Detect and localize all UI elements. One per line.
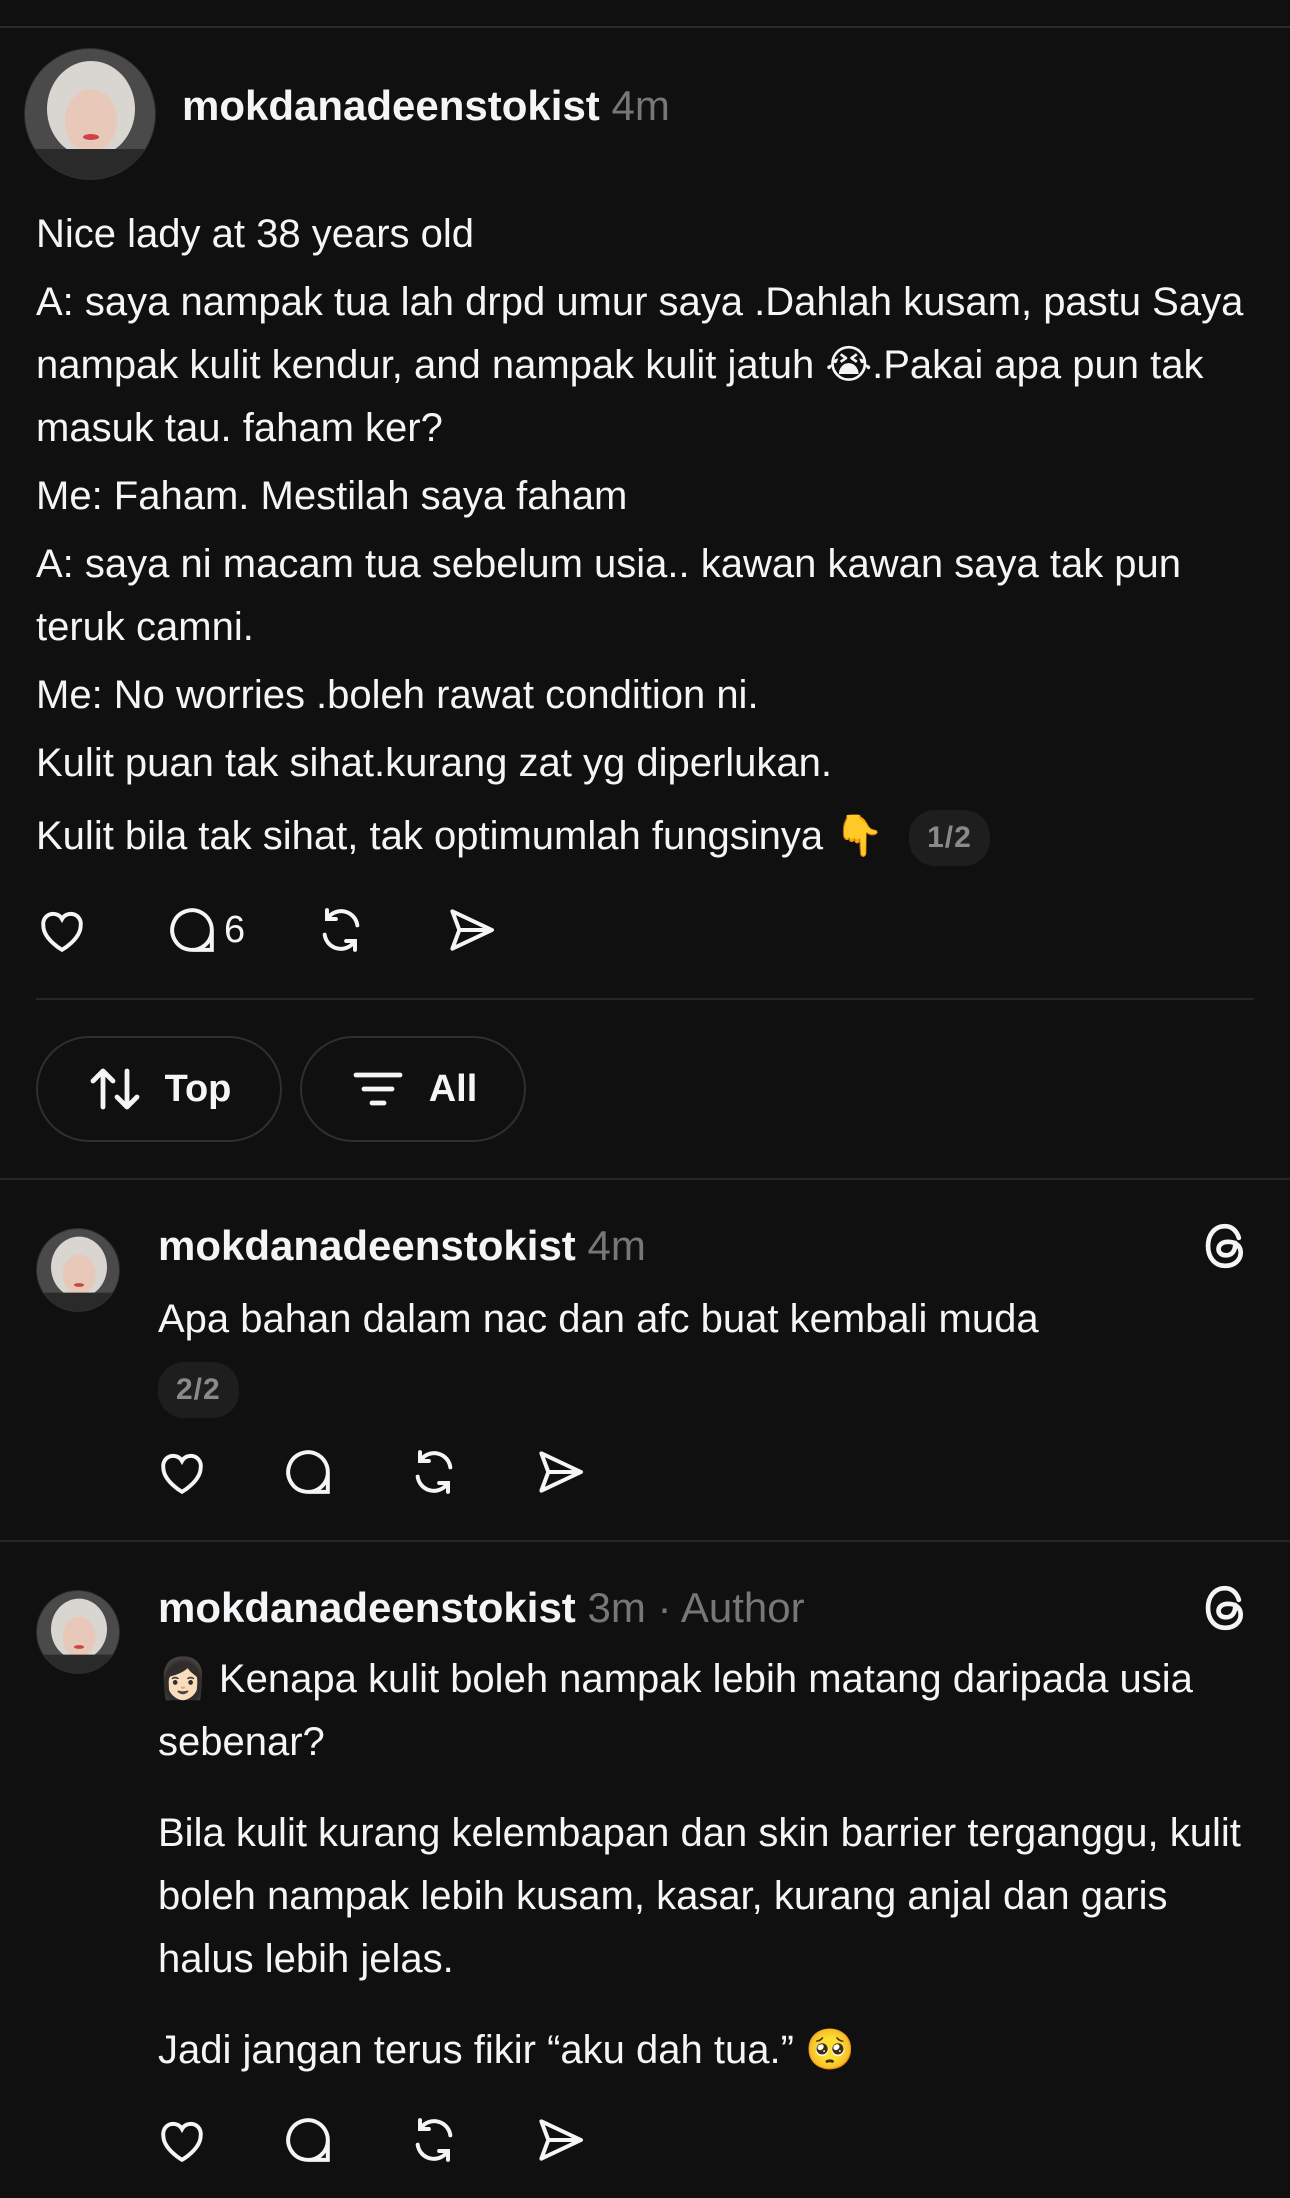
filter-all-button[interactable]: All — [300, 1036, 526, 1142]
reply1-pager[interactable]: 2/2 — [158, 1362, 239, 1418]
post-line: A: saya nampak tua lah drpd umur saya .D… — [36, 280, 1244, 450]
heart-icon — [161, 2121, 203, 2163]
reply1-actions — [154, 1444, 588, 1500]
post-avatar[interactable] — [24, 48, 156, 180]
reply1-text: Apa bahan dalam nac dan afc buat kembali… — [158, 1297, 1039, 1341]
comment-icon — [286, 1450, 330, 1494]
reply1-header: mokdanadeenstokist 4m — [158, 1222, 646, 1270]
avatar-image — [37, 1591, 119, 1673]
send-icon — [539, 2119, 583, 2161]
post-last-line: Kulit bila tak sihat, tak optimumlah fun… — [36, 805, 1266, 868]
reply2-username[interactable]: mokdanadeenstokist — [158, 1584, 576, 1631]
avatar-image — [25, 49, 155, 179]
comment-icon — [286, 2118, 330, 2162]
reply1-time: 4m — [587, 1222, 646, 1269]
repost-button[interactable] — [406, 1444, 462, 1500]
post-line: Nice lady at 38 years old — [36, 212, 475, 256]
reply-button[interactable]: 6 — [164, 902, 245, 958]
reply-button[interactable] — [280, 1444, 336, 1500]
reply2-avatar[interactable] — [36, 1590, 120, 1674]
post-divider — [36, 998, 1254, 1000]
repost-button[interactable] — [406, 2112, 462, 2168]
reply1-body: Apa bahan dalam nac dan afc buat kembali… — [158, 1288, 1268, 1351]
reply-divider — [0, 1540, 1290, 1542]
repost-icon — [415, 2118, 453, 2162]
repost-icon — [415, 1450, 453, 1494]
avatar-image — [37, 1229, 119, 1311]
post-time: 4m — [611, 82, 670, 129]
post-header: mokdanadeenstokist 4m — [182, 82, 670, 130]
reply-count: 6 — [224, 908, 246, 951]
threads-logo-icon[interactable] — [1198, 1580, 1254, 1636]
like-button[interactable] — [154, 1444, 210, 1500]
heart-icon — [161, 1453, 203, 1495]
post-actions: 6 — [34, 902, 499, 958]
post-username[interactable]: mokdanadeenstokist — [182, 82, 600, 129]
reply2-actions — [154, 2112, 588, 2168]
reply1-pager-wrap: 2/2 — [158, 1362, 239, 1418]
section-divider — [0, 1178, 1290, 1180]
send-icon — [539, 1451, 583, 1493]
post-line: Me: No worries .boleh rawat condition ni… — [36, 673, 759, 717]
reply1-username[interactable]: mokdanadeenstokist — [158, 1222, 576, 1269]
post-body: Nice lady at 38 years old A: saya nampak… — [36, 203, 1266, 868]
filter-all-label: All — [428, 1067, 478, 1110]
threads-logo-icon[interactable] — [1198, 1218, 1254, 1274]
share-button[interactable] — [443, 902, 499, 958]
send-icon — [450, 909, 495, 951]
author-tag: · Author — [657, 1584, 805, 1631]
reply-button[interactable] — [280, 2112, 336, 2168]
reply2-paragraph: Jadi jangan terus fikir “aku dah tua.” 🥺 — [158, 2028, 855, 2072]
repost-button[interactable] — [313, 902, 369, 958]
post-pager[interactable]: 1/2 — [909, 810, 990, 867]
share-button[interactable] — [532, 1444, 588, 1500]
reply2-paragraph: 👩🏻 Kenapa kulit boleh nampak lebih matan… — [158, 1657, 1193, 1764]
post-line: A: saya ni macam tua sebelum usia.. kawa… — [36, 542, 1182, 649]
like-button[interactable] — [154, 2112, 210, 2168]
top-divider — [0, 26, 1290, 28]
like-button[interactable] — [34, 902, 90, 958]
post-line: Kulit puan tak sihat.kurang zat yg diper… — [36, 741, 833, 785]
reply1-avatar[interactable] — [36, 1228, 120, 1312]
reply2-header: mokdanadeenstokist 3m · Author — [158, 1584, 805, 1632]
repost-icon — [322, 908, 360, 952]
comment-icon — [170, 908, 214, 952]
post-line: Kulit bila tak sihat, tak optimumlah fun… — [36, 814, 884, 858]
post-line: Me: Faham. Mestilah saya faham — [36, 474, 628, 518]
reply2-body: 👩🏻 Kenapa kulit boleh nampak lebih matan… — [158, 1648, 1268, 2082]
sort-top-button[interactable]: Top — [36, 1036, 282, 1142]
filter-icon — [353, 1072, 403, 1106]
share-button[interactable] — [532, 2112, 588, 2168]
reply2-paragraph: Bila kulit kurang kelembapan dan skin ba… — [158, 1811, 1241, 1981]
sort-top-label: Top — [164, 1067, 232, 1110]
reply2-time: 3m — [587, 1584, 646, 1631]
heart-icon — [41, 911, 83, 953]
sort-arrows-icon — [90, 1068, 139, 1110]
